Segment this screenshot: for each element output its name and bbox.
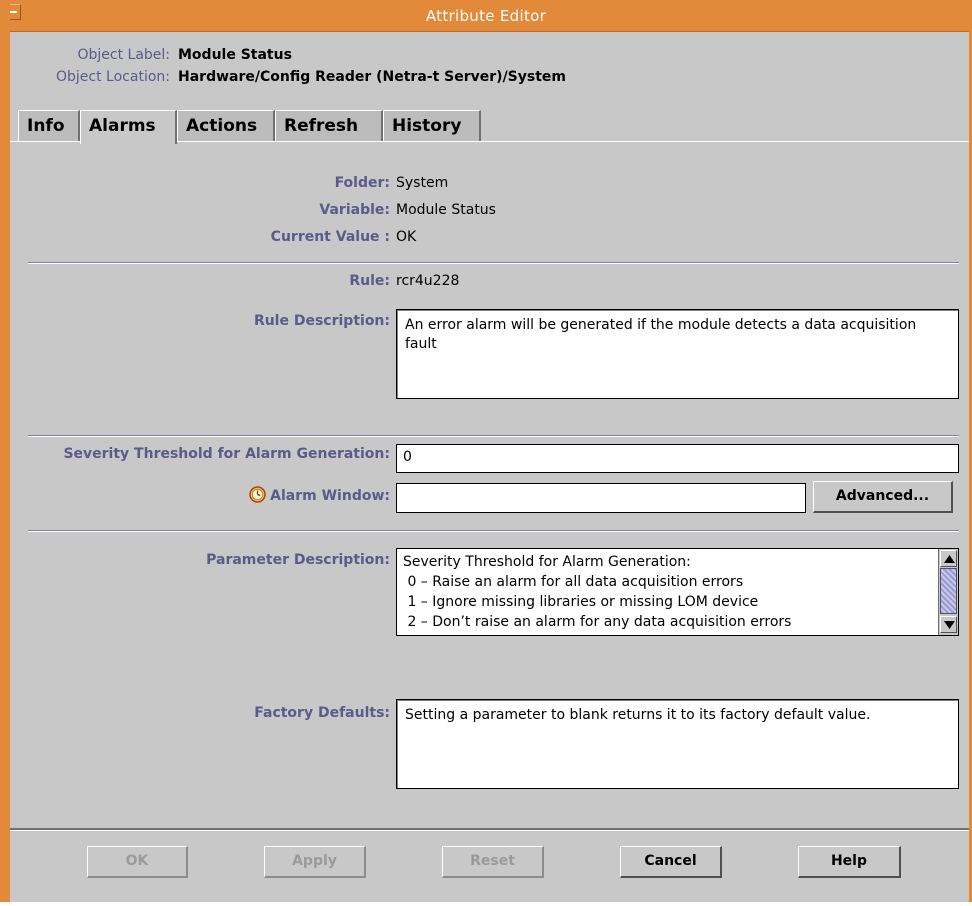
folder-label: Folder: — [334, 175, 390, 191]
factory-defaults-label: Factory Defaults: — [254, 705, 390, 721]
separator — [28, 435, 959, 437]
clock-icon — [249, 486, 266, 507]
parameter-description-list[interactable]: Severity Threshold for Alarm Generation:… — [396, 548, 959, 636]
tab-refresh[interactable]: Refresh — [275, 110, 383, 142]
alarm-window-label: Alarm Window: — [270, 488, 390, 504]
rule-description-text[interactable]: An error alarm will be generated if the … — [396, 309, 959, 399]
scroll-down-button[interactable] — [940, 616, 957, 633]
parameter-description-label: Parameter Description: — [206, 552, 390, 568]
current-value-label: Current Value : — [270, 229, 390, 245]
window-title: Attribute Editor — [425, 7, 547, 25]
rule-description-label: Rule Description: — [253, 313, 390, 329]
tab-history[interactable]: History — [383, 110, 481, 142]
scroll-up-button[interactable] — [940, 550, 957, 567]
tab-info[interactable]: Info — [18, 110, 80, 142]
ok-button[interactable]: OK — [87, 846, 188, 878]
parameter-description-text: Severity Threshold for Alarm Generation:… — [403, 552, 791, 632]
rule-value: rcr4u228 — [396, 273, 460, 289]
variable-label: Variable: — [319, 202, 390, 218]
object-label-key: Object Label: — [77, 47, 170, 63]
parameter-line: 2 – Don’t raise an alarm for any data ac… — [403, 614, 792, 630]
apply-button[interactable]: Apply — [264, 846, 366, 878]
object-label-value: Module Status — [178, 47, 292, 63]
scrollbar-thumb[interactable] — [940, 568, 957, 614]
help-button[interactable]: Help — [798, 846, 901, 878]
parameter-line: 0 – Raise an alarm for all data acquisit… — [403, 574, 744, 590]
severity-threshold-label: Severity Threshold for Alarm Generation: — [63, 446, 390, 462]
object-location-row: Object Location: Hardware/Config Reader (… — [22, 69, 566, 85]
rule-label: Rule: — [349, 273, 390, 289]
parameter-line: Severity Threshold for Alarm Generation: — [403, 554, 691, 570]
tab-actions[interactable]: Actions — [177, 110, 275, 142]
arrow-up-icon — [944, 555, 955, 563]
object-label-row: Object Label: Module Status — [22, 47, 292, 63]
separator — [28, 262, 959, 264]
reset-button[interactable]: Reset — [442, 846, 544, 878]
variable-value: Module Status — [396, 202, 496, 218]
object-location-key: Object Location: — [56, 69, 170, 85]
vertical-scrollbar[interactable] — [938, 549, 958, 635]
window-bottom-edge — [0, 902, 972, 906]
arrow-down-icon — [944, 621, 955, 629]
current-value: OK — [396, 229, 417, 245]
severity-threshold-input[interactable]: 0 — [396, 444, 959, 473]
alarm-window-label-row: Alarm Window: — [100, 486, 390, 507]
attribute-editor-window: Attribute Editor Object Label: Module Sta… — [0, 0, 972, 906]
parameter-line: 1 – Ignore missing libraries or missing … — [403, 594, 759, 610]
factory-defaults-text[interactable]: Setting a parameter to blank returns it … — [396, 699, 959, 789]
tab-alarms[interactable]: Alarms — [80, 110, 177, 144]
title-bar[interactable]: Attribute Editor — [0, 0, 972, 32]
object-location-value: Hardware/Config Reader (Netra-t Server)/… — [178, 69, 567, 85]
button-bar-divider — [10, 828, 969, 831]
cancel-button[interactable]: Cancel — [620, 846, 722, 878]
alarm-window-input[interactable] — [396, 483, 806, 513]
advanced-button[interactable]: Advanced... — [813, 481, 953, 513]
separator — [28, 530, 959, 532]
folder-value: System — [396, 175, 449, 191]
